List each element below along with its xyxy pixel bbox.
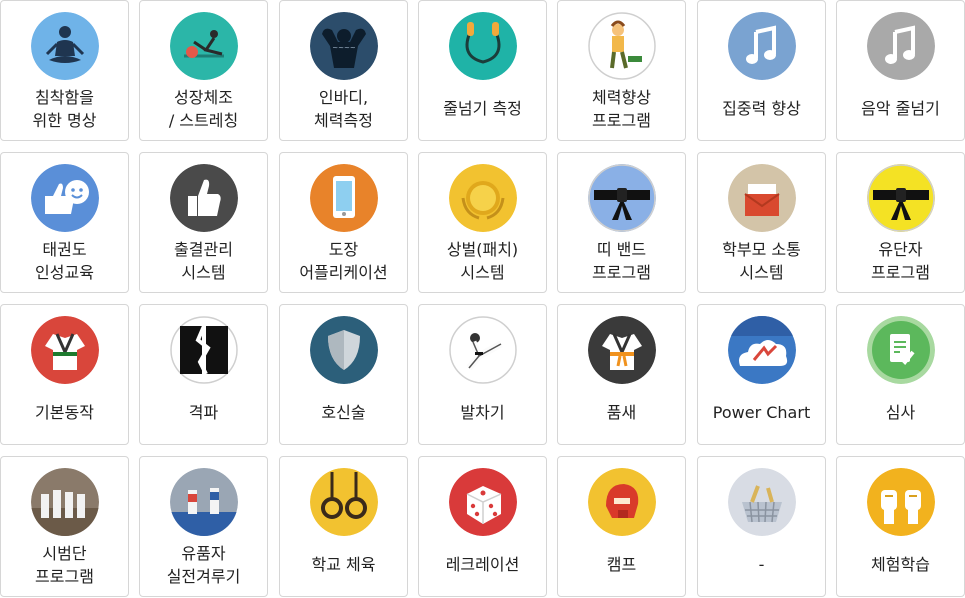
checklist-icon — [866, 316, 935, 384]
program-tile-label: 집중력 향상 — [722, 99, 801, 118]
program-tile-label: 인바디, 체력측정 — [314, 87, 373, 130]
program-tile[interactable]: 유품자 실전겨루기 — [139, 456, 268, 597]
jump-rope-icon — [448, 12, 517, 80]
program-tile-label: 태권도 인성교육 — [35, 239, 94, 282]
program-tile-label: 캠프 — [606, 555, 637, 574]
program-tile[interactable]: 체험학습 — [836, 456, 965, 597]
program-tile-label: 학교 체육 — [311, 555, 376, 574]
program-tile-label: 호신술 — [321, 403, 366, 422]
music-note-icon — [727, 12, 796, 80]
program-tile[interactable]: 체력향상 프로그램 — [557, 0, 686, 141]
program-tile[interactable]: 침착함을 위한 명상 — [0, 0, 129, 141]
program-tile[interactable]: 학부모 소통 시스템 — [697, 152, 826, 293]
basket-icon — [727, 468, 796, 536]
thumbs-smile-icon — [30, 164, 99, 232]
mail-icon — [727, 164, 796, 232]
medal-icon — [448, 164, 517, 232]
stretching-icon — [169, 12, 238, 80]
program-tile[interactable]: 성장체조 / 스트레칭 — [139, 0, 268, 141]
program-tile[interactable]: 기본동작 — [0, 304, 129, 445]
program-tile-label: 침착함을 위한 명상 — [32, 87, 97, 130]
fists-icon — [866, 468, 935, 536]
shield-icon — [309, 316, 378, 384]
program-tile-label: Power Chart — [712, 403, 811, 422]
program-tile[interactable]: 심사 — [836, 304, 965, 445]
dice-icon — [448, 468, 517, 536]
break-board-icon — [169, 316, 238, 384]
program-tile-label: 유단자 프로그램 — [871, 239, 930, 282]
program-tile-label: 품새 — [606, 403, 637, 422]
music-note-icon — [866, 12, 935, 80]
program-tile[interactable]: 상벌(패치) 시스템 — [418, 152, 547, 293]
program-tile-label: 레크레이션 — [445, 555, 520, 574]
thumbs-up-icon — [169, 164, 238, 232]
smartphone-icon — [309, 164, 378, 232]
program-tile-label: 띠 밴드 프로그램 — [592, 239, 651, 282]
svg-text:~~~~: ~~~~ — [332, 44, 356, 52]
dobok-orange-belt-icon — [587, 316, 656, 384]
meditation-icon — [30, 12, 99, 80]
program-tile-label: 발차기 — [460, 403, 505, 422]
demo-team-photo-icon — [30, 468, 99, 536]
program-tile[interactable]: 집중력 향상 — [697, 0, 826, 141]
program-tile[interactable]: 출결관리 시스템 — [139, 152, 268, 293]
program-tile[interactable]: 시범단 프로그램 — [0, 456, 129, 597]
bodybuilder-icon: ~~~~ — [309, 12, 378, 80]
program-tile[interactable]: 도장 어플리케이션 — [279, 152, 408, 293]
program-tile-label: 심사 — [885, 403, 916, 422]
fitness-kid-icon — [587, 12, 656, 80]
program-tile[interactable]: 품새 — [557, 304, 686, 445]
program-tile-label: 줄넘기 측정 — [443, 99, 522, 118]
program-tile[interactable]: - — [697, 456, 826, 597]
black-belt-icon — [866, 164, 935, 232]
program-tile[interactable]: 학교 체육 — [279, 456, 408, 597]
program-tile-label: 유품자 실전겨루기 — [166, 543, 241, 586]
program-tile-label: 도장 어플리케이션 — [299, 239, 388, 282]
program-tile[interactable]: 띠 밴드 프로그램 — [557, 152, 686, 293]
program-tile-label: 시범단 프로그램 — [35, 543, 94, 586]
program-tile[interactable]: 캠프 — [557, 456, 686, 597]
program-tile[interactable]: 레크레이션 — [418, 456, 547, 597]
program-tile[interactable]: 유단자 프로그램 — [836, 152, 965, 293]
program-tile-label: 음악 줄넘기 — [861, 99, 940, 118]
program-tile-label: 체력향상 프로그램 — [592, 87, 651, 130]
program-tile-label: 학부모 소통 시스템 — [722, 239, 801, 282]
black-belt-icon — [587, 164, 656, 232]
program-tile[interactable]: ~~~~ 인바디, 체력측정 — [279, 0, 408, 141]
sparring-photo-icon — [169, 468, 238, 536]
program-tile-label: 기본동작 — [35, 403, 94, 422]
program-tile[interactable]: 줄넘기 측정 — [418, 0, 547, 141]
program-tile[interactable]: 격파 — [139, 304, 268, 445]
program-tile-label: 격파 — [188, 403, 219, 422]
kick-icon — [448, 316, 517, 384]
program-tile-label: 체험학습 — [871, 555, 930, 574]
helmet-icon — [587, 468, 656, 536]
program-tile[interactable]: Power Chart — [697, 304, 826, 445]
program-tile[interactable]: 호신술 — [279, 304, 408, 445]
program-tile-label: - — [758, 555, 765, 574]
gymnastic-rings-icon — [309, 468, 378, 536]
program-tile-label: 상벌(패치) 시스템 — [446, 239, 519, 282]
program-tile-label: 성장체조 / 스트레칭 — [168, 87, 239, 130]
dobok-icon — [30, 316, 99, 384]
cloud-chart-icon — [727, 316, 796, 384]
program-tile[interactable]: 음악 줄넘기 — [836, 0, 965, 141]
program-tile-label: 출결관리 시스템 — [174, 239, 233, 282]
program-tile[interactable]: 발차기 — [418, 304, 547, 445]
program-tile[interactable]: 태권도 인성교육 — [0, 152, 129, 293]
program-grid: 침착함을 위한 명상 성장체조 / 스트레칭 ~~~~ 인바디, 체력측정 줄넘기… — [0, 0, 965, 598]
